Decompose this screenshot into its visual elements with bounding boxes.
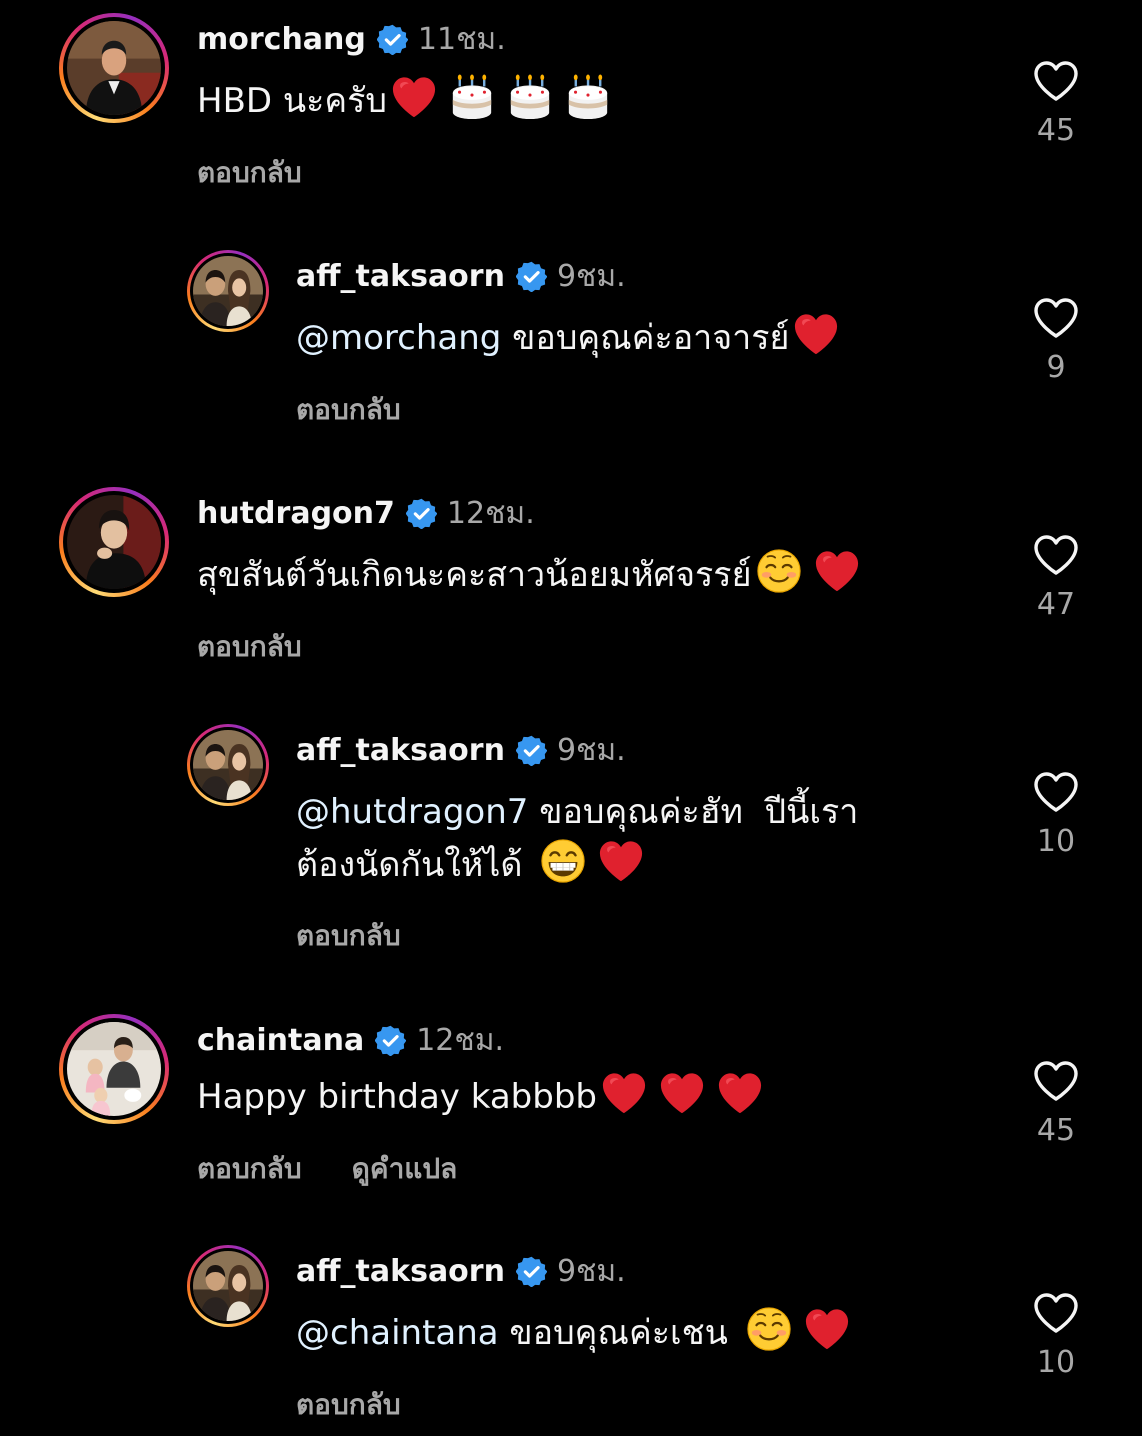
reply-button[interactable]: ตอบกลับ	[197, 1147, 302, 1191]
comment-body: สุขสันต์วันเกิดนะคะสาวน้อยมหัศจรรย์	[197, 555, 752, 595]
comment-text-line2: ต้องนัดกันให้ได้	[296, 838, 644, 892]
heart-icon[interactable]	[1032, 770, 1080, 814]
timestamp: 9ชม.	[556, 258, 626, 294]
comment-header: aff_taksaorn 9ชม.	[296, 254, 626, 298]
like-count: 45	[1036, 113, 1076, 148]
red-heart-icon	[717, 1070, 763, 1116]
profile-photo-aff-taksaorn	[193, 730, 263, 800]
red-heart-icon	[659, 1070, 705, 1116]
grinning-face-icon	[540, 838, 586, 884]
comment-header: hutdragon7 12ชม.	[197, 491, 535, 535]
profile-photo-aff-taksaorn	[193, 1251, 263, 1321]
comment-text: @hutdragon7 ขอบคุณค่ะฮัท ปีนี้เรา	[296, 785, 858, 839]
timestamp: 12ชม.	[416, 1022, 505, 1058]
birthday-cake-icon	[565, 74, 611, 120]
smiling-face-icon	[756, 548, 802, 594]
profile-photo-morchang	[67, 21, 161, 115]
comment-text: Happy birthday kabbbb	[197, 1070, 763, 1124]
like-count: 10	[1036, 824, 1076, 859]
mention-link[interactable]: @chaintana	[296, 1313, 499, 1353]
mention-link[interactable]: @hutdragon7	[296, 792, 528, 832]
comment-header: morchang 11ชม.	[197, 17, 506, 61]
like-control: 10	[1016, 1291, 1096, 1380]
reply-button[interactable]: ตอบกลับ	[296, 388, 401, 432]
comment-actions: ตอบกลับ	[197, 151, 302, 195]
red-heart-icon	[814, 548, 860, 594]
comment-actions: ตอบกลับ ดูคำแปล	[197, 1147, 457, 1191]
username[interactable]: morchang	[197, 22, 366, 57]
like-count: 45	[1036, 1113, 1076, 1148]
comment-text: @chaintana ขอบคุณค่ะเชน	[296, 1306, 850, 1360]
comment-body-line2: ต้องนัดกันให้ได้	[296, 845, 523, 885]
avatar[interactable]	[59, 487, 169, 597]
heart-icon[interactable]	[1032, 296, 1080, 340]
comment-actions: ตอบกลับ	[197, 625, 302, 669]
comment-header: aff_taksaorn 9ชม.	[296, 728, 626, 772]
reply-button[interactable]: ตอบกลับ	[197, 151, 302, 195]
like-control: 45	[1016, 59, 1096, 148]
red-heart-icon	[601, 1070, 647, 1116]
like-count: 10	[1036, 1345, 1076, 1380]
like-control: 47	[1016, 533, 1096, 622]
comment-body: Happy birthday kabbbb	[197, 1077, 597, 1117]
username[interactable]: aff_taksaorn	[296, 1254, 505, 1289]
comment-text: สุขสันต์วันเกิดนะคะสาวน้อยมหัศจรรย์	[197, 548, 860, 602]
like-count: 47	[1036, 587, 1076, 622]
verified-badge-icon	[406, 498, 437, 529]
like-control: 10	[1016, 770, 1096, 859]
comment-body: ขอบคุณค่ะเชน	[498, 1313, 728, 1353]
see-translation-button[interactable]: ดูคำแปล	[352, 1147, 458, 1191]
avatar[interactable]	[59, 13, 169, 123]
smiling-face-icon	[746, 1306, 792, 1352]
verified-badge-icon	[516, 735, 547, 766]
comment-body: ขอบคุณค่ะฮัท ปีนี้เรา	[528, 792, 859, 832]
username[interactable]: hutdragon7	[197, 496, 395, 531]
heart-icon[interactable]	[1032, 59, 1080, 103]
verified-badge-icon	[516, 261, 547, 292]
avatar[interactable]	[187, 250, 269, 332]
like-control: 45	[1016, 1059, 1096, 1148]
comment-text: @morchang ขอบคุณค่ะอาจารย์	[296, 311, 839, 365]
profile-photo-chaintana	[67, 1022, 161, 1116]
avatar[interactable]	[187, 1245, 269, 1327]
red-heart-icon	[598, 838, 644, 884]
reply-button[interactable]: ตอบกลับ	[296, 914, 401, 958]
timestamp: 9ชม.	[556, 1253, 626, 1289]
comment-header: aff_taksaorn 9ชม.	[296, 1249, 626, 1293]
reply-button[interactable]: ตอบกลับ	[296, 1383, 401, 1427]
comment-actions: ตอบกลับ	[296, 1383, 401, 1427]
profile-photo-aff-taksaorn	[193, 256, 263, 326]
comment-actions: ตอบกลับ	[296, 388, 401, 432]
username[interactable]: aff_taksaorn	[296, 733, 505, 768]
timestamp: 9ชม.	[556, 732, 626, 768]
heart-icon[interactable]	[1032, 1291, 1080, 1335]
verified-badge-icon	[516, 1256, 547, 1287]
username[interactable]: aff_taksaorn	[296, 259, 505, 294]
comment-header: chaintana 12ชม.	[197, 1018, 504, 1062]
timestamp: 11ชม.	[417, 21, 506, 57]
username[interactable]: chaintana	[197, 1023, 364, 1058]
like-count: 9	[1046, 350, 1066, 385]
verified-badge-icon	[375, 1025, 406, 1056]
heart-icon[interactable]	[1032, 533, 1080, 577]
birthday-cake-icon	[507, 74, 553, 120]
like-control: 9	[1016, 296, 1096, 385]
red-heart-icon	[391, 74, 437, 120]
comment-actions: ตอบกลับ	[296, 914, 401, 958]
timestamp: 12ชม.	[446, 495, 535, 531]
red-heart-icon	[804, 1306, 850, 1352]
red-heart-icon	[793, 311, 839, 357]
verified-badge-icon	[377, 24, 408, 55]
mention-link[interactable]: @morchang	[296, 318, 501, 358]
birthday-cake-icon	[449, 74, 495, 120]
avatar[interactable]	[187, 724, 269, 806]
comment-text: HBD นะครับ	[197, 74, 611, 128]
heart-icon[interactable]	[1032, 1059, 1080, 1103]
profile-photo-hutdragon7	[67, 495, 161, 589]
comment-body: HBD นะครับ	[197, 81, 387, 121]
avatar[interactable]	[59, 1014, 169, 1124]
reply-button[interactable]: ตอบกลับ	[197, 625, 302, 669]
comment-body: ขอบคุณค่ะอาจารย์	[501, 318, 790, 358]
